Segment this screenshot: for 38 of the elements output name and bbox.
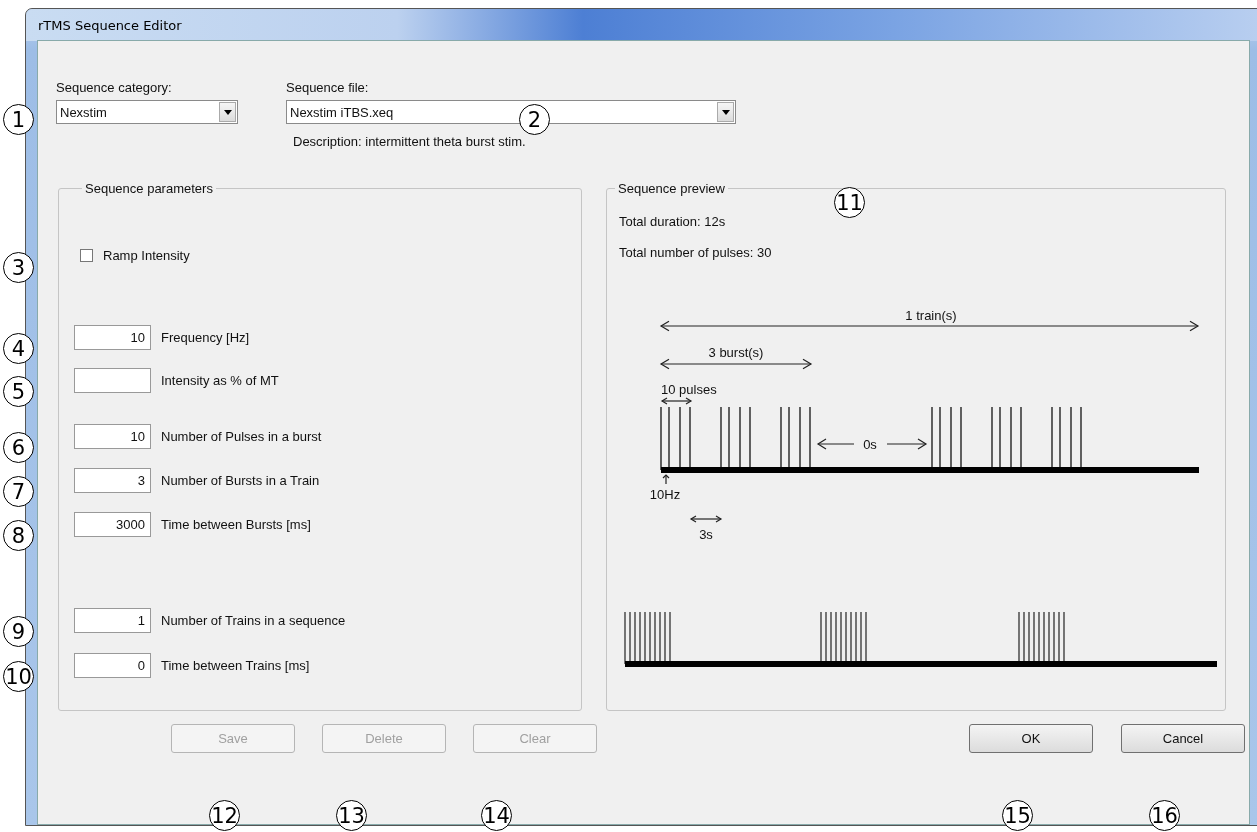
group-title: Sequence preview: [617, 181, 726, 196]
diagram-label: 3s: [699, 527, 713, 542]
diagram-label: 10 pulses: [661, 382, 717, 397]
file-label: Sequence file:: [286, 80, 370, 97]
number-field[interactable]: 10: [74, 424, 151, 449]
duration-text: Total duration: 12s: [619, 214, 727, 229]
category-label: Sequence category:: [56, 80, 173, 97]
tick-arrow: [662, 474, 670, 485]
pulse-count-text: Total number of pulses: 30: [619, 245, 773, 260]
window-title: rTMS Sequence Editor: [38, 17, 182, 33]
field-label: Number of Pulses in a burst: [161, 429, 322, 444]
span-arrow: [689, 515, 723, 523]
diagram-label: 0s: [863, 437, 877, 452]
caret-icon: [717, 102, 734, 122]
number-field[interactable]: [74, 368, 151, 393]
group-title: Sequence parameters: [84, 181, 214, 196]
checkbox-label: Ramp Intensity: [103, 248, 190, 263]
caret-icon: [219, 102, 236, 122]
diagram-label: 3 burst(s): [708, 345, 764, 360]
field-label: Frequency [Hz]: [161, 330, 250, 345]
field-label: Intensity as % of MT: [161, 373, 279, 388]
number-field[interactable]: 10: [74, 325, 151, 350]
field-label: Time between Bursts [ms]: [161, 517, 311, 532]
field-label: Time between Trains [ms]: [161, 658, 310, 673]
description-text: Description: intermittent theta burst stim.: [293, 134, 527, 149]
number-field[interactable]: 0: [74, 653, 151, 678]
number-field[interactable]: 3: [74, 468, 151, 493]
field-label: Number of Bursts in a Train: [161, 473, 320, 488]
number-field[interactable]: 3000: [74, 512, 151, 537]
number-field[interactable]: 1: [74, 608, 151, 633]
diagram-label: 10Hz: [649, 487, 681, 502]
field-label: Number of Trains in a sequence: [161, 613, 346, 628]
category-dropdown[interactable]: Nexstim: [56, 100, 238, 124]
dialog-button[interactable]: OK: [969, 724, 1093, 753]
span-arrow: [660, 397, 693, 405]
checkbox[interactable]: [80, 249, 93, 262]
dialog-button[interactable]: Cancel: [1121, 724, 1245, 753]
diagram-label: 1 train(s): [905, 308, 957, 323]
